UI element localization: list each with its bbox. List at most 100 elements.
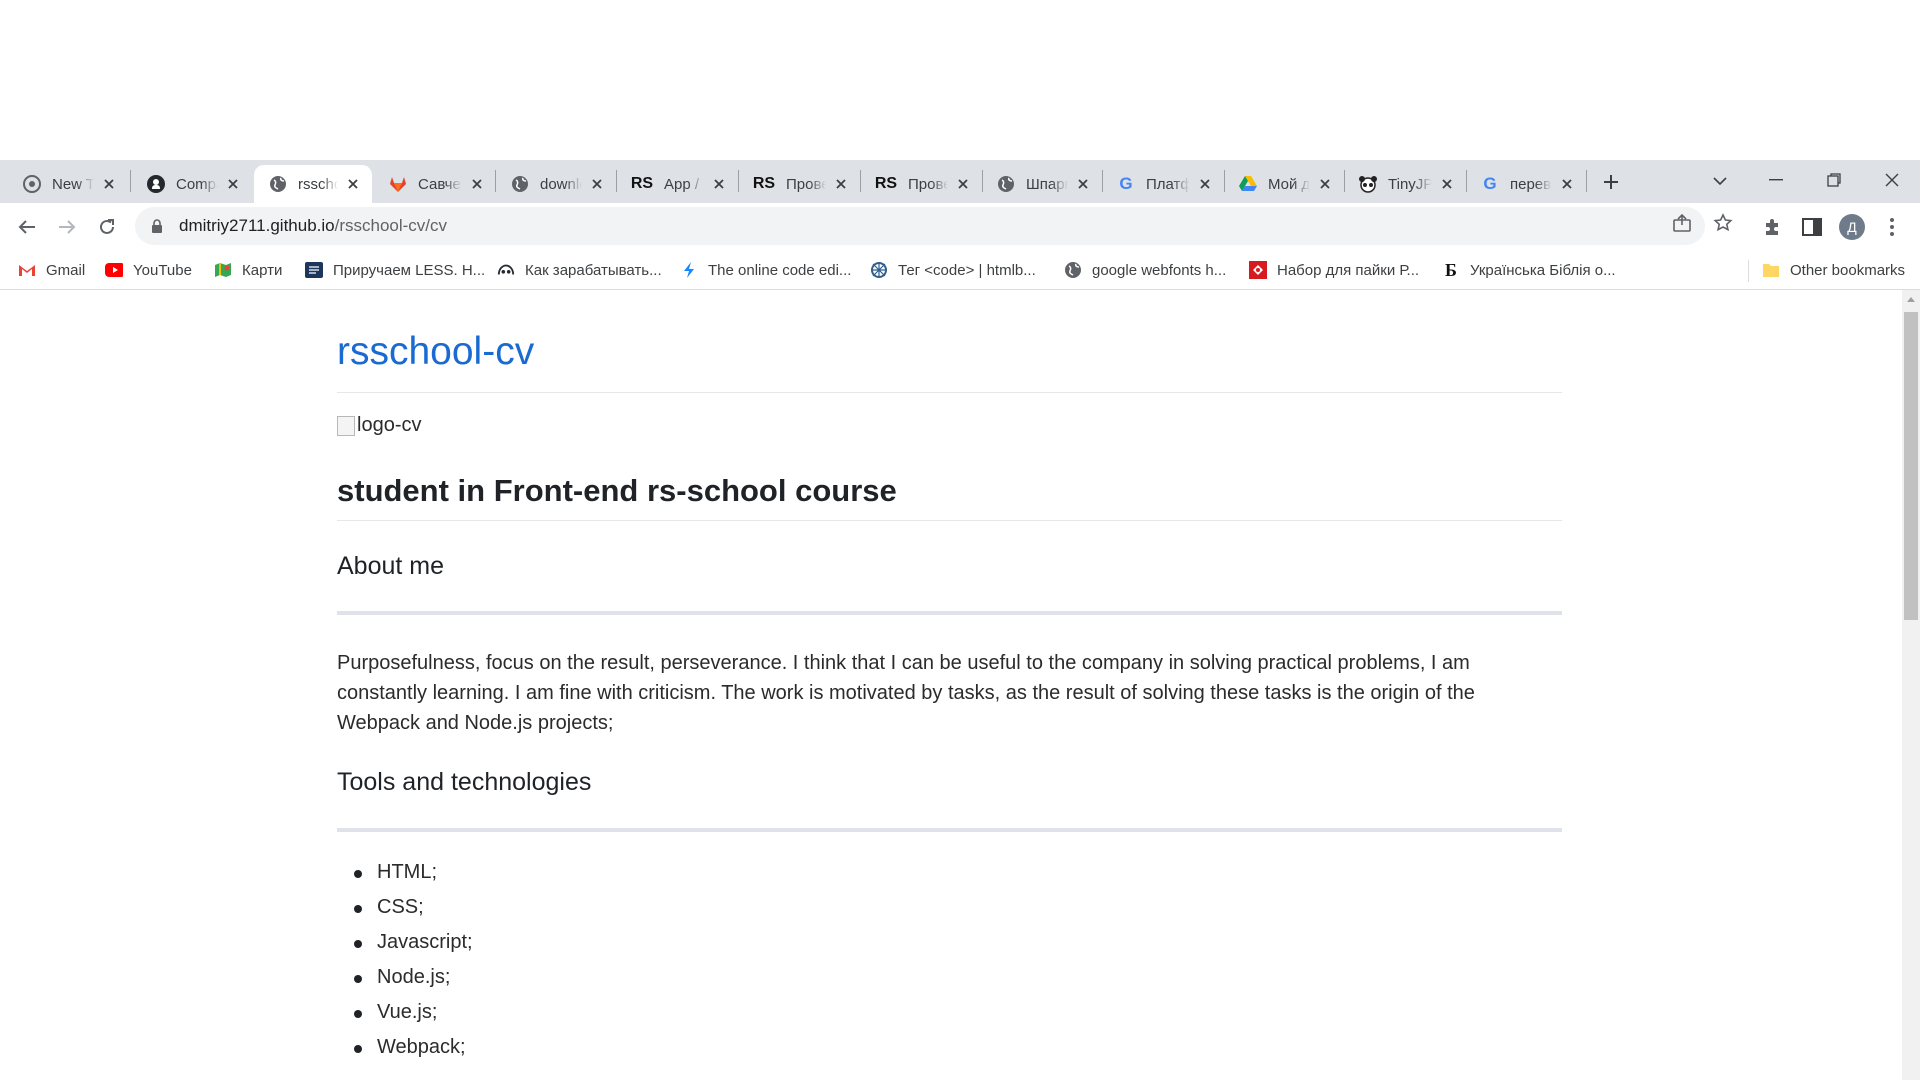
close-icon[interactable] bbox=[1558, 175, 1576, 193]
scrollbar-thumb[interactable] bbox=[1904, 312, 1918, 620]
less-icon bbox=[305, 261, 323, 279]
bookmark-label: Как зарабатывать... bbox=[525, 261, 662, 279]
tab-shpargalka[interactable]: Шпаргалка bbox=[982, 165, 1102, 203]
bookmark-label: The online code edi... bbox=[708, 261, 852, 279]
url-path: /rsschool-cv/cv bbox=[334, 216, 448, 235]
close-icon[interactable] bbox=[224, 175, 242, 193]
other-bookmarks-label: Other bookmarks bbox=[1790, 261, 1906, 279]
close-icon[interactable] bbox=[1438, 175, 1456, 193]
tab-perevod[interactable]: G перевод bbox=[1466, 165, 1586, 203]
close-icon[interactable] bbox=[468, 175, 486, 193]
address-bar[interactable]: dmitriy2711.github.io/rsschool-cv/cv bbox=[135, 207, 1705, 245]
share-icon[interactable] bbox=[1671, 212, 1693, 234]
kit-icon bbox=[1249, 261, 1267, 279]
close-icon[interactable] bbox=[344, 175, 362, 193]
bookmark-label: Приручаем LESS. H... bbox=[333, 261, 486, 279]
tab-proverka-2[interactable]: RS Проверка bbox=[860, 165, 982, 203]
about-heading: About me bbox=[337, 552, 445, 580]
side-panel-icon[interactable] bbox=[1798, 213, 1826, 241]
bookmark-label: google webfonts h... bbox=[1092, 261, 1227, 279]
back-button[interactable] bbox=[11, 211, 43, 243]
other-bookmarks[interactable]: Other bookmarks bbox=[1762, 251, 1905, 289]
tab-compare[interactable]: Compare bbox=[128, 165, 252, 203]
bookmark-youtube[interactable]: YouTube bbox=[105, 251, 192, 289]
tab-label: Проверка bbox=[786, 175, 826, 193]
close-icon[interactable] bbox=[710, 175, 728, 193]
restore-button[interactable] bbox=[1806, 160, 1862, 200]
tab-app[interactable]: RS App / bbox=[616, 165, 738, 203]
tab-label: перевод bbox=[1510, 175, 1552, 193]
globe-icon bbox=[510, 174, 530, 194]
maps-icon bbox=[214, 261, 232, 279]
tab-rsschool-cv[interactable]: rsschool-cv bbox=[254, 165, 372, 203]
tools-heading: Tools and technologies bbox=[337, 768, 592, 796]
bookmark-kak-zarabatyvat[interactable]: Как зарабатывать... bbox=[497, 251, 662, 289]
list-item: Node.js; bbox=[337, 960, 473, 995]
bookmark-ukrainska-biblia[interactable]: Б Українська Біблія о... bbox=[1442, 251, 1616, 289]
drive-icon bbox=[1238, 174, 1258, 194]
forward-button[interactable] bbox=[51, 211, 83, 243]
list-item: CSS; bbox=[337, 890, 473, 925]
close-window-button[interactable] bbox=[1864, 160, 1920, 200]
tab-tinyjpg[interactable]: TinyJPG bbox=[1344, 165, 1466, 203]
vertical-scrollbar[interactable] bbox=[1902, 290, 1920, 1080]
tab-savchenko[interactable]: Савченко bbox=[374, 165, 496, 203]
tab-divider bbox=[616, 170, 617, 192]
tab-label: Шпаргалка bbox=[1026, 175, 1068, 193]
new-tab-button[interactable] bbox=[1597, 168, 1625, 196]
bookmarks-divider bbox=[1748, 260, 1749, 282]
folder-icon bbox=[1762, 261, 1780, 279]
scroll-up-arrow-icon[interactable] bbox=[1902, 290, 1920, 308]
reload-button[interactable] bbox=[91, 211, 123, 243]
about-divider bbox=[337, 611, 1562, 615]
tab-label: App / bbox=[664, 175, 700, 193]
tab-new-tab[interactable]: New Tab bbox=[0, 165, 128, 203]
logo-alt-text: logo-cv bbox=[357, 414, 422, 436]
youtube-icon bbox=[105, 261, 123, 279]
tab-search-button[interactable] bbox=[1707, 168, 1733, 194]
close-icon[interactable] bbox=[954, 175, 972, 193]
close-icon[interactable] bbox=[1316, 175, 1334, 193]
list-item: Vue.js; bbox=[337, 995, 473, 1030]
rs-icon: RS bbox=[874, 175, 898, 192]
page-viewport: rsschool-cv logo-cv student in Front-end… bbox=[0, 290, 1902, 1080]
tools-divider bbox=[337, 828, 1562, 832]
tab-label: TinyJPG bbox=[1388, 175, 1432, 193]
bookmark-gmail[interactable]: Gmail bbox=[18, 251, 85, 289]
close-icon[interactable] bbox=[832, 175, 850, 193]
bookmark-google-webfonts[interactable]: google webfonts h... bbox=[1064, 251, 1226, 289]
tab-download[interactable]: download bbox=[496, 165, 616, 203]
extensions-icon[interactable] bbox=[1758, 213, 1786, 241]
bookmark-karty[interactable]: Карти bbox=[214, 251, 282, 289]
close-icon[interactable] bbox=[100, 175, 118, 193]
lock-icon[interactable] bbox=[151, 218, 165, 234]
tab-label: Мой диск bbox=[1268, 175, 1310, 193]
bookmark-nabor-dlya-payki[interactable]: Набор для пайки Р... bbox=[1249, 251, 1419, 289]
tab-strip: New Tab Compare rsschool-cv Савченко dow… bbox=[0, 160, 1920, 203]
blank-area bbox=[0, 0, 1920, 160]
tab-moy-disk[interactable]: Мой диск bbox=[1224, 165, 1344, 203]
tab-divider bbox=[1466, 170, 1467, 192]
bookmark-teg-code[interactable]: Тег <code> | htmlb... bbox=[870, 251, 1036, 289]
bookmark-label: Українська Біблія о... bbox=[1470, 261, 1616, 279]
url-text: dmitriy2711.github.io/rsschool-cv/cv bbox=[179, 216, 447, 236]
close-icon[interactable] bbox=[1074, 175, 1092, 193]
htmlbook-icon bbox=[870, 261, 888, 279]
tab-divider bbox=[860, 170, 861, 192]
site-title-link[interactable]: rsschool-cv bbox=[337, 330, 534, 374]
bookmark-less[interactable]: Приручаем LESS. H... bbox=[305, 251, 485, 289]
star-icon[interactable] bbox=[1712, 212, 1734, 234]
broken-image-icon bbox=[337, 415, 355, 436]
menu-kebab-icon[interactable] bbox=[1878, 213, 1906, 241]
tab-divider bbox=[1224, 170, 1225, 192]
tab-proverka-1[interactable]: RS Проверка bbox=[738, 165, 860, 203]
tab-platforma[interactable]: G Платформа bbox=[1102, 165, 1224, 203]
list-item: HTML; bbox=[337, 855, 473, 890]
tab-divider bbox=[1586, 170, 1587, 192]
list-item: Javascript; bbox=[337, 925, 473, 960]
bookmark-online-code-editor[interactable]: The online code edi... bbox=[680, 251, 851, 289]
close-icon[interactable] bbox=[1196, 175, 1214, 193]
minimize-button[interactable] bbox=[1748, 160, 1804, 200]
close-icon[interactable] bbox=[588, 175, 606, 193]
profile-button[interactable]: Д bbox=[1838, 213, 1866, 241]
